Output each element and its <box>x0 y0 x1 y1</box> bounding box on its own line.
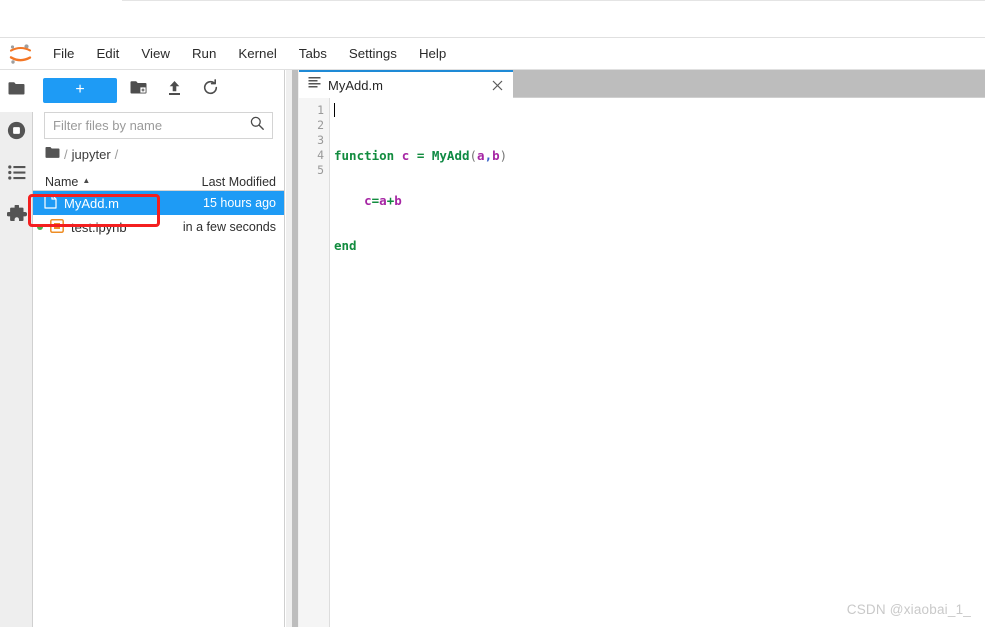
file-list-header: Name ▲ Last Modified <box>33 170 284 191</box>
jupyterlab-window: File Edit View Run Kernel Tabs Settings … <box>0 0 985 627</box>
code-line-3: end <box>334 238 357 253</box>
menu-item-list: File Edit View Run Kernel Tabs Settings … <box>42 42 457 65</box>
sidebar-item-running-sessions[interactable] <box>0 112 33 154</box>
sidebar-item-commands[interactable] <box>0 154 33 196</box>
breadcrumb[interactable]: / jupyter / <box>33 139 284 170</box>
search-input[interactable] <box>53 118 250 133</box>
line-number: 5 <box>317 163 324 177</box>
tab-title-label: MyAdd.m <box>328 77 383 93</box>
running-sessions-icon <box>7 121 26 145</box>
tab-myadd-m[interactable]: MyAdd.m <box>299 70 513 98</box>
splitter-grip[interactable] <box>292 70 298 627</box>
activity-bar <box>0 70 33 627</box>
search-icon <box>250 116 264 135</box>
column-header-name[interactable]: Name ▲ <box>33 175 172 190</box>
breadcrumb-separator-lead: / <box>64 147 68 162</box>
line-number: 1 <box>317 103 324 117</box>
file-list: MyAdd.m 15 hours ago test.ipynb in a few… <box>33 191 284 627</box>
code-content[interactable]: function c = MyAdd(a,b) c=a+b end <box>330 98 985 627</box>
line-number: 3 <box>317 133 324 147</box>
menu-bar: File Edit View Run Kernel Tabs Settings … <box>0 38 985 70</box>
upload-icon <box>167 80 182 101</box>
text-cursor <box>334 103 335 117</box>
new-folder-icon <box>130 80 147 100</box>
notebook-icon <box>50 218 64 236</box>
text-editor-icon <box>308 76 321 94</box>
menu-item-settings[interactable]: Settings <box>338 42 408 65</box>
top-strip-divider <box>122 0 985 1</box>
file-name-cell: test.ipynb <box>33 218 168 236</box>
line-number: 2 <box>317 118 324 132</box>
refresh-button[interactable] <box>195 77 225 103</box>
line-number-gutter: 1 2 3 4 5 <box>299 98 330 627</box>
code-line-1: function c = MyAdd(a,b) <box>334 148 508 163</box>
line-number: 4 <box>317 148 324 162</box>
list-item-myadd-m[interactable]: MyAdd.m 15 hours ago <box>33 191 284 215</box>
sidebar-item-extension-manager[interactable] <box>0 196 33 238</box>
file-text-icon <box>44 194 57 212</box>
menu-item-help[interactable]: Help <box>408 42 457 65</box>
menu-item-edit[interactable]: Edit <box>85 42 130 65</box>
menu-item-tabs[interactable]: Tabs <box>288 42 338 65</box>
jupyter-logo-icon <box>4 38 38 70</box>
file-name-cell: MyAdd.m <box>33 194 168 212</box>
menu-item-view[interactable]: View <box>130 42 181 65</box>
sidebar-item-file-browser[interactable] <box>0 70 33 112</box>
panel-splitter[interactable] <box>286 70 299 627</box>
main-dock-area: MyAdd.m 1 2 3 4 5 function c = MyAdd(a,b… <box>299 70 985 627</box>
list-item-test-ipynb[interactable]: test.ipynb in a few seconds <box>33 215 284 239</box>
breadcrumb-segment-jupyter[interactable]: jupyter <box>72 147 111 162</box>
file-name-label: MyAdd.m <box>64 195 119 211</box>
breadcrumb-home-icon[interactable] <box>45 146 60 164</box>
breadcrumb-separator-trail: / <box>114 147 119 162</box>
file-modified-label: 15 hours ago <box>203 196 276 210</box>
column-header-name-label: Name <box>45 175 79 189</box>
menu-item-file[interactable]: File <box>42 42 85 65</box>
folder-icon <box>8 81 25 101</box>
window-top-strip <box>0 0 985 38</box>
extension-puzzle-icon <box>5 203 27 230</box>
menu-item-kernel[interactable]: Kernel <box>227 42 287 65</box>
sort-ascending-icon: ▲ <box>82 176 91 185</box>
code-editor[interactable]: 1 2 3 4 5 function c = MyAdd(a,b) c=a+b … <box>299 98 985 627</box>
file-browser-panel: + Filter files by name / jupyter / Name … <box>33 70 285 627</box>
file-filter-box[interactable] <box>44 112 273 139</box>
refresh-icon <box>202 79 219 101</box>
watermark-label: CSDN @xiaobai_1_ <box>846 602 971 617</box>
commands-list-icon <box>7 165 26 185</box>
menu-item-run[interactable]: Run <box>181 42 227 65</box>
file-browser-toolbar: + <box>33 70 284 110</box>
tab-bar: MyAdd.m <box>299 70 985 98</box>
new-launcher-button[interactable]: + <box>43 77 117 103</box>
running-indicator-dot <box>37 224 43 230</box>
column-header-last-modified[interactable]: Last Modified <box>172 175 284 190</box>
file-name-label: test.ipynb <box>71 219 127 235</box>
code-line-2: c=a+b <box>364 193 402 208</box>
upload-button[interactable] <box>159 77 189 103</box>
new-folder-button[interactable] <box>123 77 153 103</box>
file-modified-label: in a few seconds <box>182 220 276 234</box>
close-icon[interactable] <box>489 77 505 93</box>
